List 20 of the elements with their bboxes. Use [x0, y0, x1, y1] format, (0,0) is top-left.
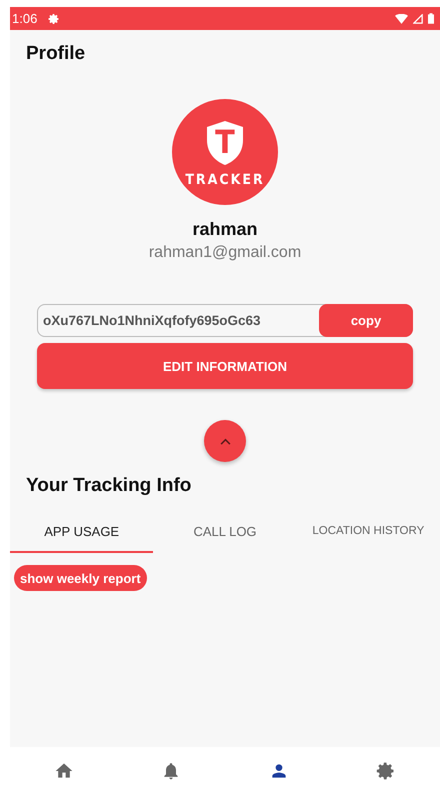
- signal-icon: [413, 14, 423, 24]
- wifi-icon: [395, 14, 408, 24]
- gear-icon: [48, 12, 60, 24]
- tracker-logo: T TRACKER: [172, 99, 278, 205]
- collapse-button[interactable]: [204, 420, 246, 462]
- section-title: Your Tracking Info: [26, 475, 192, 497]
- code-field[interactable]: oXu767LNo1NhniXqfofy695oGc63 copy: [37, 304, 413, 337]
- user-email: rahman1@gmail.com: [148, 244, 302, 262]
- status-time: 1:06: [12, 11, 38, 26]
- page-title: Profile: [26, 43, 86, 65]
- tab[interactable]: APP USAGE: [10, 511, 154, 553]
- battery-icon: [428, 13, 434, 24]
- chevron-up-icon: [220, 438, 230, 444]
- copy-button[interactable]: copy: [319, 304, 413, 337]
- user-name: rahman: [192, 219, 258, 240]
- tab[interactable]: LOCATION HISTORY: [296, 511, 440, 553]
- settings-icon: [376, 761, 396, 781]
- tab[interactable]: CALL LOG: [153, 511, 297, 553]
- edit-information-button[interactable]: EDIT INFORMATION: [37, 343, 413, 389]
- weekly-report-button[interactable]: show weekly report: [14, 565, 147, 591]
